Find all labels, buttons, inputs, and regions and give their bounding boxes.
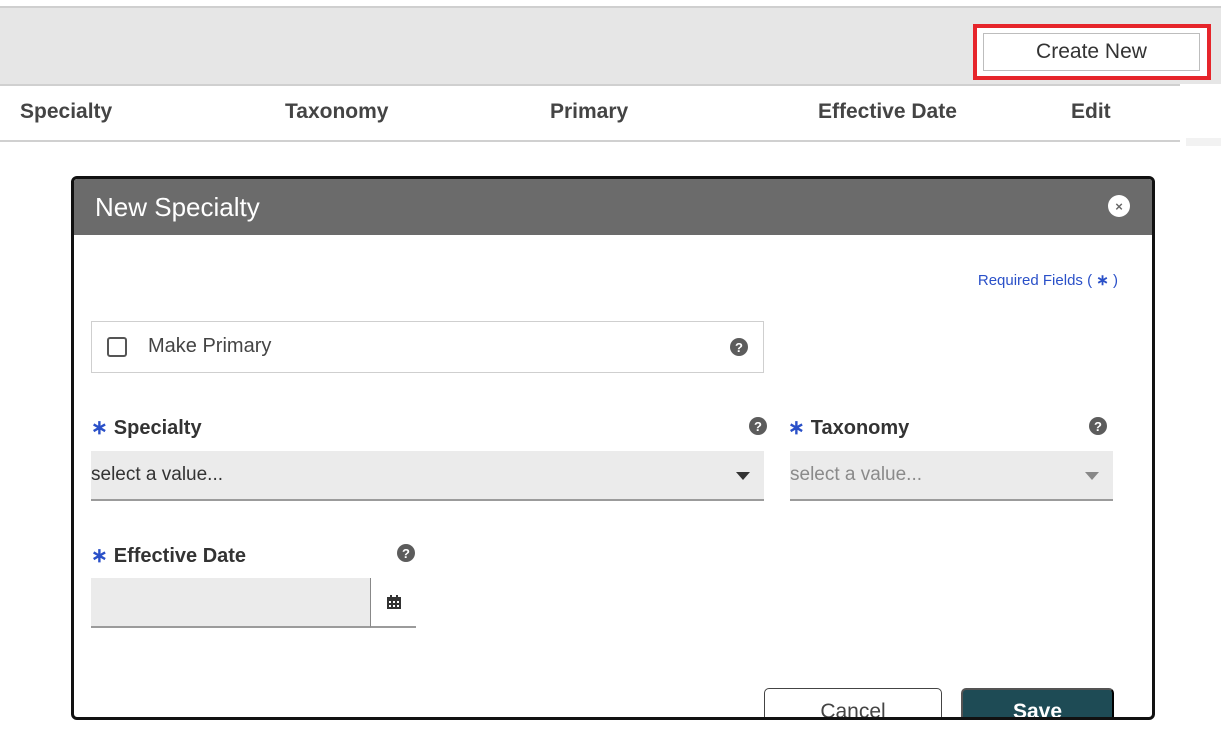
specialty-label-text: Specialty [113,417,202,439]
calendar-button[interactable] [370,578,416,628]
specialty-select[interactable]: select a value... [91,451,764,501]
column-header-effective-date[interactable]: Effective Date [818,100,957,124]
dialog-header: New Specialty × [74,179,1152,235]
make-primary-row: Make Primary ? [91,321,764,373]
column-header-primary[interactable]: Primary [550,100,628,124]
effective-date-label: ∗ Effective Date [91,543,246,568]
taxonomy-select-value: select a value... [790,464,923,485]
chevron-down-icon [1085,472,1099,480]
calendar-icon [386,595,401,609]
help-icon[interactable]: ? [1089,417,1107,435]
cancel-button[interactable]: Cancel [764,688,942,717]
required-fields-text: Required Fields ( [977,272,1093,289]
specialty-select-value: select a value... [91,464,224,485]
create-new-button[interactable]: Create New [983,33,1200,71]
taxonomy-label: ∗ Taxonomy [788,415,909,440]
column-header-taxonomy[interactable]: Taxonomy [285,100,388,124]
required-asterisk-icon: ∗ [91,417,108,439]
taxonomy-select[interactable]: select a value... [790,451,1113,501]
help-icon[interactable]: ? [749,417,767,435]
column-header-edit: Edit [1071,100,1111,123]
close-icon[interactable]: × [1108,195,1130,217]
required-asterisk-icon: ∗ [91,545,108,567]
chevron-down-icon [736,472,750,480]
help-icon[interactable]: ? [397,544,415,562]
taxonomy-label-text: Taxonomy [810,417,910,439]
toolbar: Create New [0,6,1221,84]
new-specialty-dialog: New Specialty × Required Fields ( ∗ ) Ma… [71,176,1155,720]
required-fields-end: ) [1113,272,1118,289]
table-header: Specialty Taxonomy Primary Effective Dat… [0,84,1180,142]
specialty-label: ∗ Specialty [91,415,202,440]
make-primary-checkbox[interactable] [107,337,127,357]
effective-date-input[interactable] [91,578,370,628]
required-fields-note: Required Fields ( ∗ ) [978,271,1118,289]
column-header-specialty[interactable]: Specialty [20,100,112,124]
make-primary-label[interactable]: Make Primary [148,335,271,358]
dialog-title: New Specialty [95,192,260,222]
scrollbar-stub [1186,138,1221,146]
create-new-highlight: Create New [973,24,1211,80]
effective-date-label-text: Effective Date [113,545,247,567]
required-asterisk-icon: ∗ [1096,272,1109,289]
help-icon[interactable]: ? [730,338,748,356]
save-button[interactable]: Save [961,688,1114,717]
required-asterisk-icon: ∗ [788,417,805,439]
